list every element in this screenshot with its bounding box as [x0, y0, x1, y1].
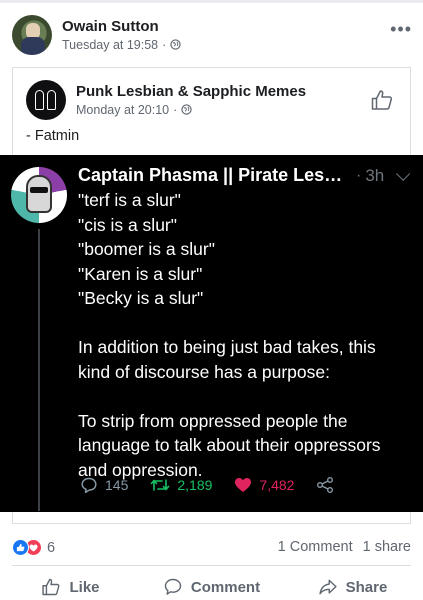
- comment-count[interactable]: 1 Comment: [278, 539, 353, 555]
- globe-icon: [181, 104, 192, 115]
- author-avatar[interactable]: [12, 15, 52, 55]
- engagement-counts: 1 Comment 1 share: [278, 539, 411, 555]
- post-meta: Tuesday at 19:58 ·: [62, 36, 181, 54]
- reaction-count: 6: [47, 539, 56, 556]
- reply-action: 145: [80, 476, 128, 494]
- tweet-line: "Becky is a slur": [78, 288, 204, 308]
- heart-icon: [235, 478, 252, 492]
- tweet-display-name: Captain Phasma || Pirate Lesbia...: [78, 165, 350, 185]
- post-header: Owain Sutton Tuesday at 19:58 · •••: [12, 13, 412, 57]
- shared-card-bottom: [12, 512, 411, 524]
- shared-timestamp[interactable]: Monday at 20:10: [76, 101, 169, 119]
- like-action: 7,482: [234, 477, 294, 493]
- share-button[interactable]: Share: [282, 573, 423, 600]
- tweet-line: "terf is a slur": [78, 190, 181, 210]
- thumbs-up-icon: [42, 578, 60, 596]
- tweet-time: 3h: [365, 165, 385, 185]
- post-action-bar: Like Comment Share: [0, 573, 423, 600]
- tweet-header: Captain Phasma || Pirate Lesbia... · 3h: [78, 165, 418, 186]
- retweet-action: 2,189: [150, 476, 212, 494]
- comment-button[interactable]: Comment: [141, 573, 282, 600]
- share-caption: - Fatmin: [26, 128, 80, 144]
- chevron-down-icon: [396, 166, 411, 181]
- like-label: Like: [69, 578, 100, 596]
- like-button[interactable]: Like: [0, 573, 141, 600]
- post-timestamp[interactable]: Tuesday at 19:58: [62, 36, 158, 54]
- reply-icon: [81, 477, 97, 494]
- more-options-icon[interactable]: •••: [390, 19, 412, 40]
- share-arrow-icon: [319, 579, 337, 595]
- thumbs-up-outline-icon[interactable]: [370, 88, 394, 112]
- top-separator: [0, 0, 423, 3]
- like-reaction-icon: [12, 539, 29, 556]
- tweet-line: "boomer is a slur": [78, 239, 215, 259]
- thread-line: [38, 229, 40, 511]
- tweet-line: In addition to being just bad takes, thi…: [78, 337, 376, 382]
- tweet-body: "terf is a slur" "cis is a slur" "boomer…: [78, 188, 408, 482]
- retweet-count: 2,189: [177, 477, 213, 493]
- tweet-line: [78, 384, 408, 409]
- share-nodes-icon: [317, 477, 334, 493]
- divider: [12, 565, 411, 566]
- like-count: 7,482: [259, 477, 295, 493]
- globe-icon: [170, 39, 181, 50]
- comment-label: Comment: [190, 578, 261, 596]
- page-avatar[interactable]: [26, 80, 66, 120]
- share-count[interactable]: 1 share: [363, 539, 411, 555]
- retweet-icon: [151, 479, 170, 491]
- reply-count: 145: [105, 477, 129, 493]
- tweet-screenshot[interactable]: Captain Phasma || Pirate Lesbia... · 3h …: [0, 155, 423, 512]
- tweet-line: "Karen is a slur": [78, 263, 203, 284]
- tweet-avatar: [11, 167, 67, 223]
- page-name[interactable]: Punk Lesbian & Sapphic Memes: [76, 82, 306, 101]
- tweet-line: To strip from oppressed people the langu…: [78, 410, 381, 480]
- share-action: [316, 476, 334, 494]
- tweet-line: "cis is a slur": [78, 214, 177, 235]
- share-label: Share: [345, 578, 388, 596]
- shared-meta: Monday at 20:10 ·: [76, 101, 306, 119]
- tweet-actions: 145 2,189 7,482: [80, 476, 356, 494]
- tweet-line: [78, 311, 408, 336]
- comment-icon: [164, 578, 182, 595]
- author-name[interactable]: Owain Sutton: [62, 17, 181, 36]
- reactions-summary[interactable]: 6: [12, 539, 55, 556]
- shared-post-card[interactable]: Punk Lesbian & Sapphic Memes Monday at 2…: [12, 67, 411, 155]
